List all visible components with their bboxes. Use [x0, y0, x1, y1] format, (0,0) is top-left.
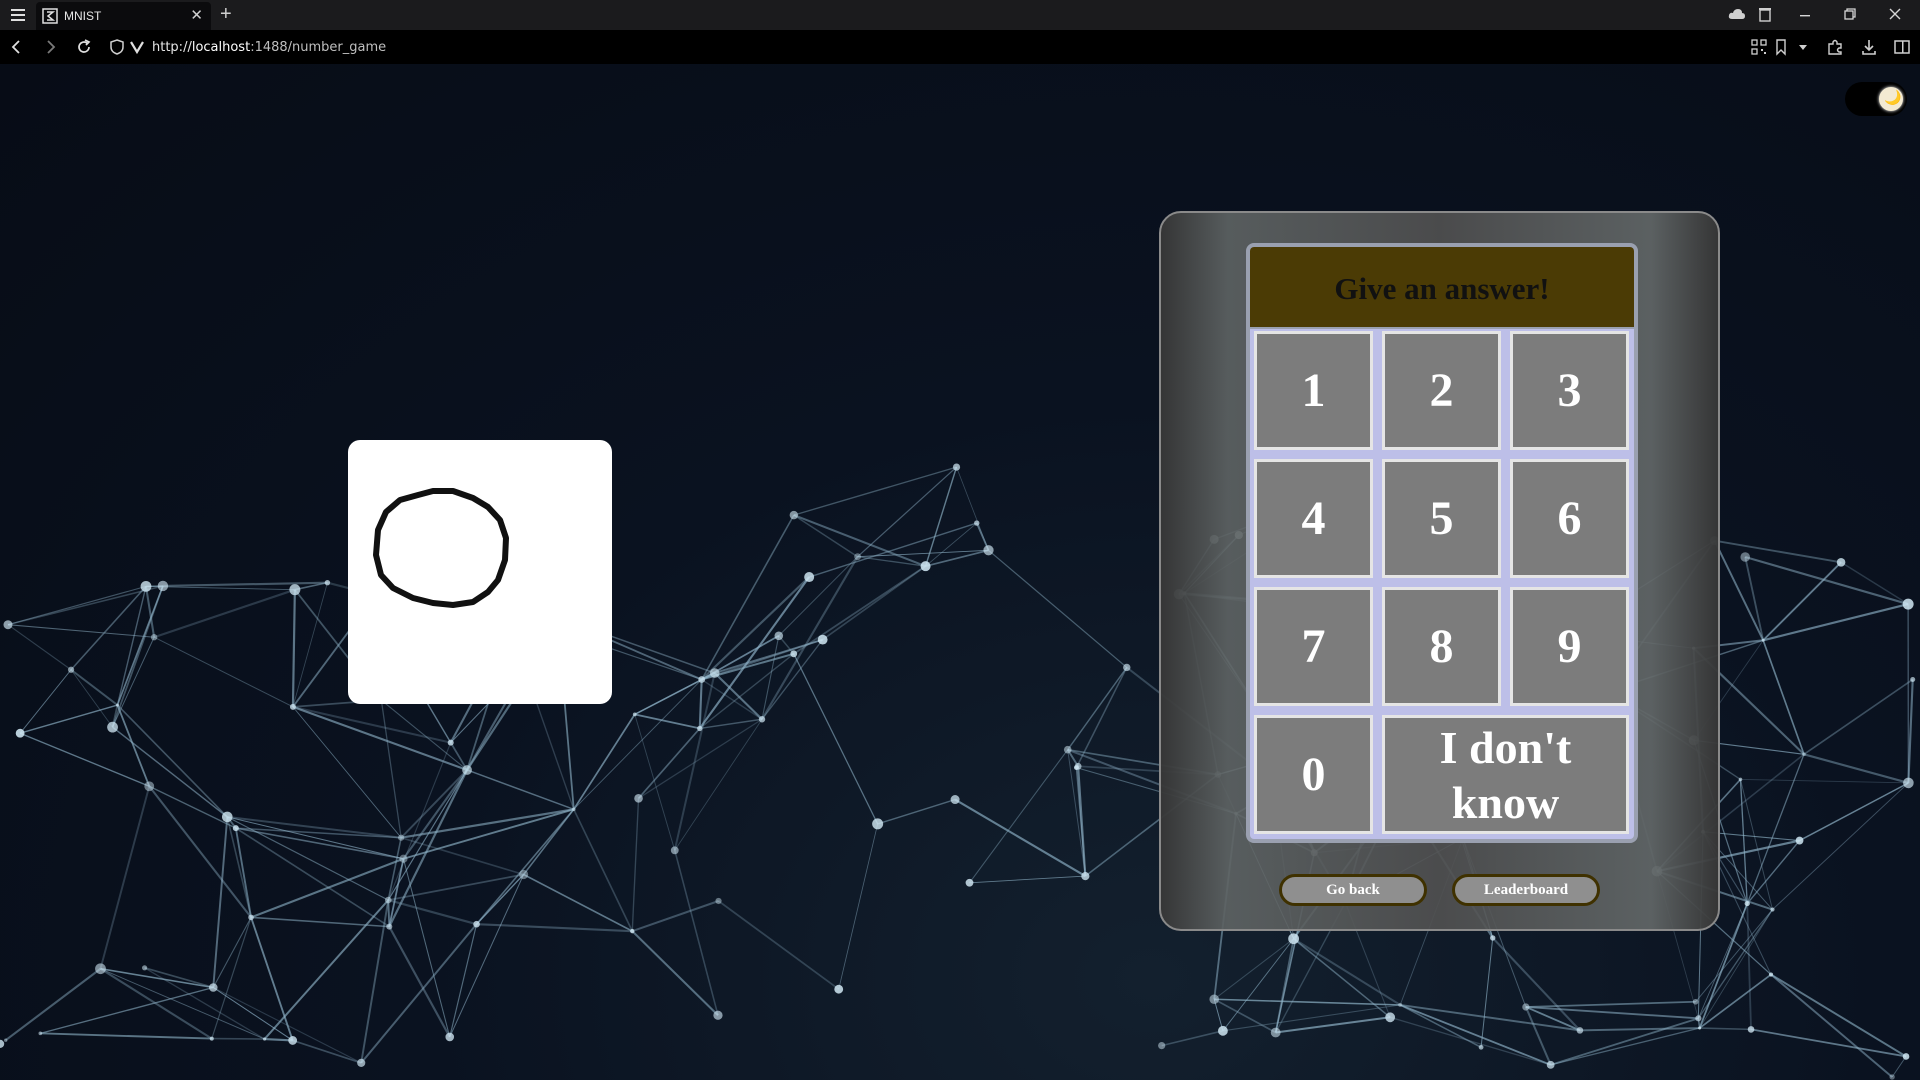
minimize-icon[interactable]: [1798, 6, 1812, 22]
theme-toggle[interactable]: 🌙: [1845, 82, 1907, 116]
digit-1-button[interactable]: 1: [1254, 331, 1373, 450]
answer-panel: Give an answer! 1 2 3 4 5 6 7 8 9 0 I do…: [1159, 211, 1720, 931]
cloud-icon[interactable]: [1728, 7, 1746, 21]
new-tab-button[interactable]: +: [220, 3, 232, 26]
dropdown-arrow-icon[interactable]: [1794, 38, 1812, 56]
reload-icon[interactable]: [75, 38, 93, 56]
qr-code-icon[interactable]: [1750, 38, 1768, 56]
keypad: Give an answer! 1 2 3 4 5 6 7 8 9 0 I do…: [1246, 243, 1638, 843]
digit-7-button[interactable]: 7: [1254, 587, 1373, 706]
url-prefix: http://: [152, 40, 192, 55]
drawing-canvas[interactable]: [348, 440, 612, 704]
tab-title: MNIST: [64, 9, 102, 23]
extensions-icon[interactable]: [1826, 38, 1844, 56]
url-path: :1488/number_game: [250, 40, 387, 55]
close-window-icon[interactable]: [1888, 7, 1902, 21]
digit-0-button[interactable]: 0: [1254, 715, 1373, 834]
prompt-heading: Give an answer!: [1250, 247, 1634, 329]
tab-close-icon[interactable]: ✕: [190, 6, 203, 24]
digit-8-button[interactable]: 8: [1382, 587, 1501, 706]
url-field[interactable]: http://localhost:1488/number_game: [152, 40, 386, 55]
download-icon[interactable]: [1860, 38, 1878, 56]
panel-toggle-icon[interactable]: [1893, 38, 1911, 56]
go-back-button[interactable]: Go back: [1279, 874, 1427, 906]
trash-icon[interactable]: [1758, 6, 1772, 22]
menu-icon[interactable]: [8, 6, 28, 24]
toggle-knob: 🌙: [1879, 87, 1903, 111]
page-viewport: 🌙 Give an answer! 1 2 3 4 5 6 7 8 9 0 I …: [0, 64, 1920, 1080]
leaderboard-button[interactable]: Leaderboard: [1452, 874, 1600, 906]
url-host: localhost: [191, 40, 251, 55]
digit-5-button[interactable]: 5: [1382, 459, 1501, 578]
digit-4-button[interactable]: 4: [1254, 459, 1373, 578]
digit-6-button[interactable]: 6: [1510, 459, 1629, 578]
moon-icon: 🌙: [1884, 89, 1902, 105]
browser-tab-bar: MNIST ✕ +: [0, 0, 1920, 30]
bookmark-icon[interactable]: [1772, 38, 1790, 56]
browser-tab-mnist[interactable]: MNIST ✕: [36, 2, 211, 30]
forward-icon[interactable]: [41, 38, 59, 56]
dont-know-button[interactable]: I don't know: [1382, 715, 1629, 834]
address-bar: http://localhost:1488/number_game: [0, 30, 1920, 65]
drawn-digit-image: [373, 488, 509, 608]
restore-icon[interactable]: [1843, 7, 1857, 21]
shield-icon[interactable]: [108, 38, 126, 56]
back-icon[interactable]: [8, 38, 26, 56]
digit-2-button[interactable]: 2: [1382, 331, 1501, 450]
digit-9-button[interactable]: 9: [1510, 587, 1629, 706]
site-favicon-icon: [42, 8, 58, 24]
vivaldi-v-icon[interactable]: [128, 38, 146, 56]
digit-3-button[interactable]: 3: [1510, 331, 1629, 450]
